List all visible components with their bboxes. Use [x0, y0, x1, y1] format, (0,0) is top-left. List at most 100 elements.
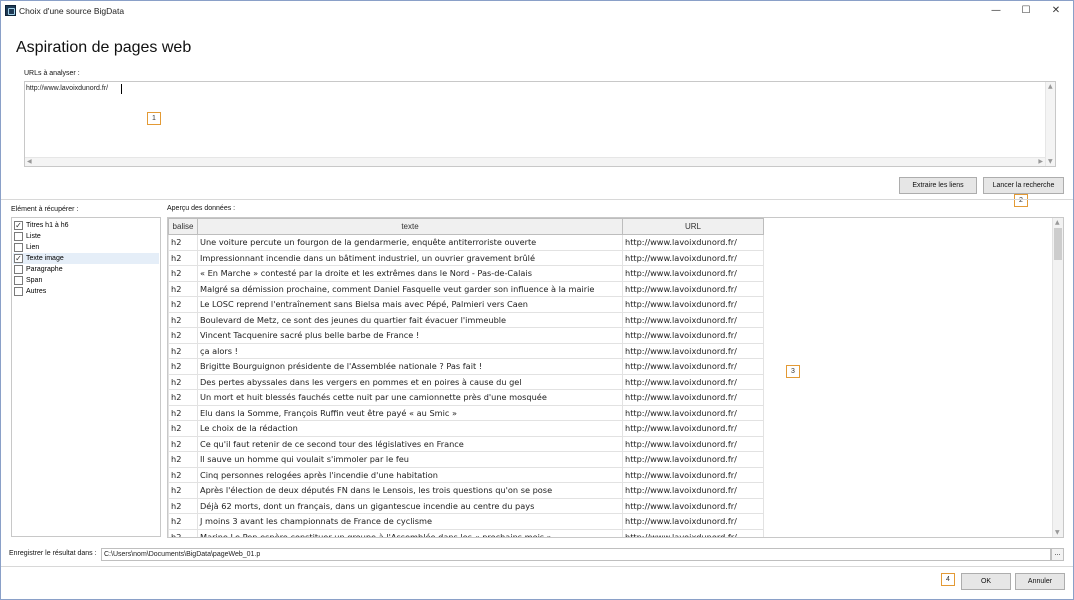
table-row[interactable]: h2 Vincent Tacquenire sacré plus belle ba…	[168, 327, 764, 344]
launch-search-button[interactable]: Lancer la recherche	[983, 177, 1064, 194]
scrollbar-thumb[interactable]	[1054, 228, 1062, 260]
urls-vertical-scrollbar[interactable]: ▲ ▼	[1045, 82, 1055, 166]
cell-texte: Des pertes abyssales dans les vergers en…	[197, 373, 623, 390]
cell-url: http://www.lavoixdunord.fr/	[622, 451, 764, 468]
cell-balise: h2	[168, 249, 198, 266]
cell-balise: h2	[168, 451, 198, 468]
cell-texte: Vincent Tacquenire sacré plus belle barb…	[197, 327, 623, 344]
checklist-item-label: Span	[26, 277, 43, 284]
table-row[interactable]: h2 Marine Le Pen espère constituer un gro…	[168, 528, 764, 537]
checklist-item-paragraphe[interactable]: Paragraphe	[13, 264, 159, 275]
checkbox-icon[interactable]	[14, 265, 23, 274]
checklist-item-texte-image[interactable]: ✓ Texte image	[13, 253, 159, 264]
ok-button[interactable]: OK	[961, 573, 1011, 590]
table-row[interactable]: h2 Une voiture percute un fourgon de la g…	[168, 234, 764, 251]
urls-textarea[interactable]: http://www.lavoixdunord.fr/ ▲ ▼ ◀ ▶	[24, 81, 1056, 167]
scroll-up-icon[interactable]: ▲	[1055, 219, 1060, 226]
checkbox-icon[interactable]	[14, 243, 23, 252]
cell-texte: Elu dans la Somme, François Ruffin veut …	[197, 404, 623, 421]
marker-4: 4	[941, 573, 955, 586]
cell-texte: J moins 3 avant les championnats de Fran…	[197, 513, 623, 530]
page-title: Aspiration de pages web	[16, 39, 192, 56]
cell-url: http://www.lavoixdunord.fr/	[622, 466, 764, 483]
checklist-item-label: Autres	[26, 288, 47, 295]
cell-url: http://www.lavoixdunord.fr/	[622, 311, 764, 328]
cell-balise: h2	[168, 373, 198, 390]
checklist-item-liste[interactable]: Liste	[13, 231, 159, 242]
table-row[interactable]: h2 Après l'élection de deux députés FN da…	[168, 482, 764, 499]
table-row[interactable]: h2 Le choix de la rédaction http://www.lav…	[168, 420, 764, 437]
cell-balise: h2	[168, 342, 198, 359]
cell-texte: Le LOSC reprend l'entraînement sans Biel…	[197, 296, 623, 313]
scroll-right-icon[interactable]: ▶	[1038, 158, 1043, 165]
cell-balise: h2	[168, 466, 198, 483]
checklist-item-titres[interactable]: ✓ Titres h1 à h6	[13, 220, 159, 231]
scroll-left-icon[interactable]: ◀	[27, 158, 32, 165]
data-table: balise texte URL h2 Une voiture percute u…	[168, 218, 764, 537]
checklist-item-label: Texte image	[26, 255, 64, 262]
table-row[interactable]: h2 Elu dans la Somme, François Ruffin veu…	[168, 404, 764, 421]
checklist-item-lien[interactable]: Lien	[13, 242, 159, 253]
column-header-url[interactable]: URL	[622, 218, 764, 235]
cell-url: http://www.lavoixdunord.fr/	[622, 389, 764, 406]
grid-vertical-scrollbar[interactable]: ▲ ▼	[1052, 218, 1063, 537]
text-caret	[121, 84, 122, 94]
table-row[interactable]: h2 Des pertes abyssales dans les vergers …	[168, 373, 764, 390]
scroll-down-icon[interactable]: ▼	[1048, 158, 1053, 165]
url-value: http://www.lavoixdunord.fr/	[26, 85, 109, 92]
table-row[interactable]: h2 Le LOSC reprend l'entraînement sans Bi…	[168, 296, 764, 313]
maximize-button[interactable]: ☐	[1011, 1, 1041, 21]
table-header-row: balise texte URL	[168, 218, 764, 235]
checklist-item-label: Liste	[26, 233, 41, 240]
close-button[interactable]: ✕	[1041, 1, 1071, 21]
table-row[interactable]: h2 « En Marche » contesté par la droite e…	[168, 265, 764, 282]
cancel-button[interactable]: Annuler	[1015, 573, 1065, 590]
divider	[1, 566, 1073, 567]
checkbox-icon[interactable]	[14, 276, 23, 285]
table-row[interactable]: h2 Cinq personnes relogées après l'incend…	[168, 466, 764, 483]
browse-button[interactable]: ...	[1051, 548, 1064, 561]
cell-texte: « En Marche » contesté par la droite et …	[197, 265, 623, 282]
scroll-down-icon[interactable]: ▼	[1055, 529, 1060, 536]
checkbox-icon[interactable]	[14, 287, 23, 296]
cell-url: http://www.lavoixdunord.fr/	[622, 373, 764, 390]
cell-balise: h2	[168, 528, 198, 537]
cell-url: http://www.lavoixdunord.fr/	[622, 513, 764, 530]
table-row[interactable]: h2 Malgré sa démission prochaine, comment…	[168, 280, 764, 297]
save-path-field[interactable]: C:\Users\nom\Documents\BigData\pageWeb_0…	[101, 548, 1051, 561]
cell-url: http://www.lavoixdunord.fr/	[622, 296, 764, 313]
cell-balise: h2	[168, 311, 198, 328]
table-row[interactable]: h2 Il sauve un homme qui voulait s'immole…	[168, 451, 764, 468]
cell-url: http://www.lavoixdunord.fr/	[622, 234, 764, 251]
checklist-item-span[interactable]: Span	[13, 275, 159, 286]
extract-links-button[interactable]: Extraire les liens	[899, 177, 977, 194]
column-header-texte[interactable]: texte	[197, 218, 623, 235]
table-row[interactable]: h2 J moins 3 avant les championnats de Fr…	[168, 513, 764, 530]
table-row[interactable]: h2 Boulevard de Metz, ce sont des jeunes …	[168, 311, 764, 328]
cell-url: http://www.lavoixdunord.fr/	[622, 435, 764, 452]
scroll-up-icon[interactable]: ▲	[1048, 83, 1053, 90]
table-row[interactable]: h2 ça alors ! http://www.lavoixdunord.fr/	[168, 342, 764, 359]
checkbox-checked-icon[interactable]: ✓	[14, 221, 23, 230]
checkbox-icon[interactable]	[14, 232, 23, 241]
cell-balise: h2	[168, 265, 198, 282]
table-row[interactable]: h2 Brigitte Bourguignon présidente de l'A…	[168, 358, 764, 375]
urls-horizontal-scrollbar[interactable]: ◀ ▶	[25, 157, 1045, 166]
checkbox-checked-icon[interactable]: ✓	[14, 254, 23, 263]
cell-texte: Un mort et huit blessés fauchés cette nu…	[197, 389, 623, 406]
app-icon	[5, 5, 16, 16]
cell-balise: h2	[168, 234, 198, 251]
save-label: Enregistrer le résultat dans :	[9, 550, 97, 557]
cell-texte: Déjà 62 morts, dont un français, dans un…	[197, 497, 623, 514]
cell-url: http://www.lavoixdunord.fr/	[622, 265, 764, 282]
data-grid[interactable]: balise texte URL h2 Une voiture percute u…	[167, 217, 1064, 538]
table-row[interactable]: h2 Un mort et huit blessés fauchés cette …	[168, 389, 764, 406]
checklist-item-autres[interactable]: Autres	[13, 286, 159, 297]
cell-url: http://www.lavoixdunord.fr/	[622, 358, 764, 375]
table-row[interactable]: h2 Déjà 62 morts, dont un français, dans …	[168, 497, 764, 514]
column-header-balise[interactable]: balise	[168, 218, 198, 235]
cell-balise: h2	[168, 435, 198, 452]
table-row[interactable]: h2 Impressionnant incendie dans un bâtime…	[168, 249, 764, 266]
table-row[interactable]: h2 Ce qu'il faut retenir de ce second tou…	[168, 435, 764, 452]
minimize-button[interactable]: —	[981, 1, 1011, 21]
